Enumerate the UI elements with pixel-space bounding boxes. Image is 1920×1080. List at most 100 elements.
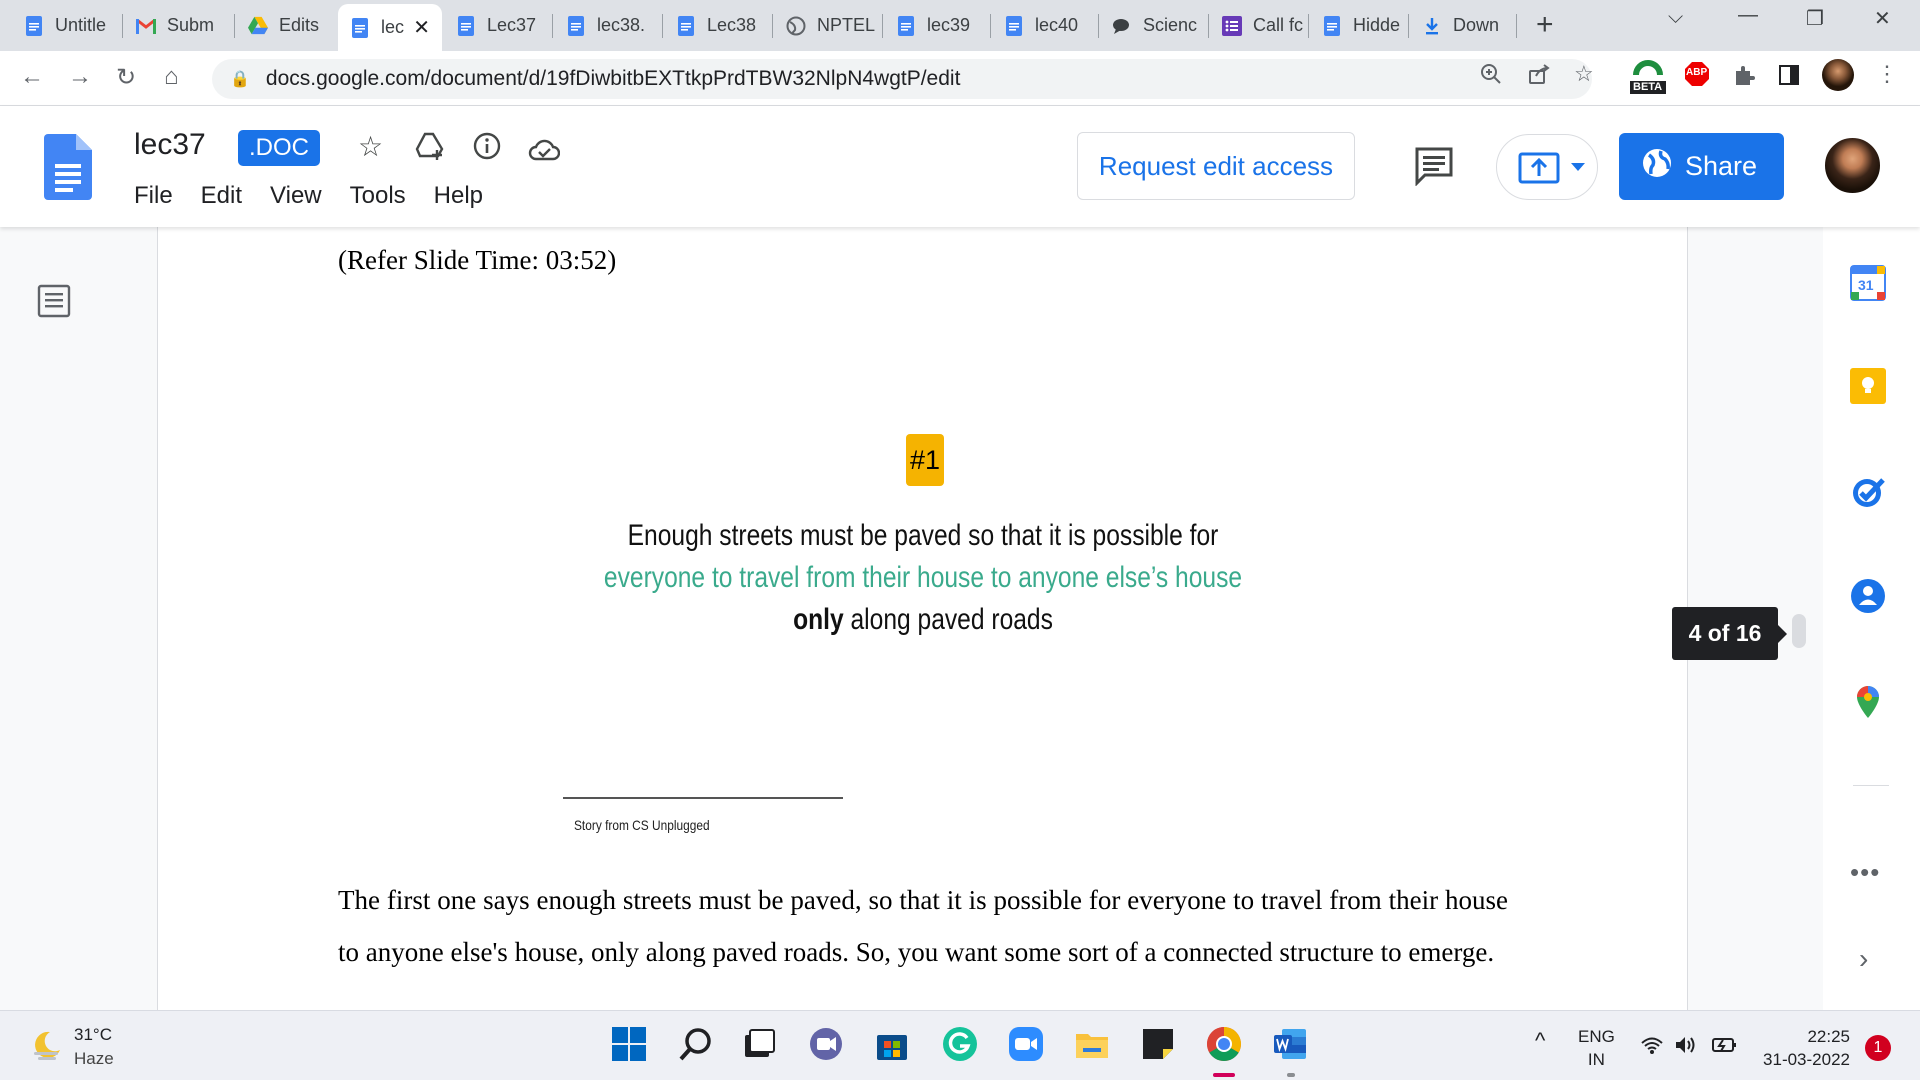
close-window-button[interactable]: ✕ xyxy=(1874,6,1891,31)
extensions-puzzle-icon[interactable] xyxy=(1733,64,1755,91)
tab-lec38-b[interactable]: Lec38 xyxy=(664,6,770,45)
tab-untitled[interactable]: Untitle xyxy=(12,6,120,45)
grammarly-icon[interactable] xyxy=(942,1026,980,1064)
battery-icon[interactable] xyxy=(1710,1035,1738,1061)
tab-lec38-a[interactable]: lec38. xyxy=(554,6,660,45)
clock[interactable]: 22:25 31-03-2022 xyxy=(1755,1025,1850,1071)
menu-help[interactable]: Help xyxy=(434,182,483,210)
tab-lec37[interactable]: Lec37 xyxy=(444,6,550,45)
slide-line-3-rest: along paved roads xyxy=(843,603,1053,636)
wifi-icon[interactable] xyxy=(1640,1035,1664,1061)
tab-lec39[interactable]: lec39 xyxy=(884,6,988,45)
globe-icon xyxy=(1641,147,1673,186)
chrome-active-indicator xyxy=(1213,1073,1235,1077)
more-addons-icon[interactable]: ••• xyxy=(1850,857,1880,888)
forward-button[interactable]: → xyxy=(68,63,92,91)
address-bar[interactable]: 🔒 docs.google.com/document/d/19fDiwbitbE… xyxy=(212,59,1592,99)
menu-tools[interactable]: Tools xyxy=(350,182,406,210)
share-button[interactable]: Share xyxy=(1619,133,1784,200)
scrollbar-thumb[interactable] xyxy=(1792,614,1806,648)
profile-avatar[interactable] xyxy=(1822,59,1854,91)
menu-view[interactable]: View xyxy=(270,182,322,210)
language-indicator[interactable]: ENG IN xyxy=(1578,1025,1615,1071)
refer-slide-time: (Refer Slide Time: 03:52) xyxy=(338,245,617,275)
zoom-app-icon[interactable] xyxy=(1008,1026,1046,1064)
microsoft-store-icon[interactable] xyxy=(874,1026,912,1064)
maps-icon[interactable] xyxy=(1850,684,1886,725)
home-button[interactable]: ⌂ xyxy=(164,63,179,91)
slide-line-3-bold: only xyxy=(793,603,844,636)
new-tab-button[interactable]: + xyxy=(1536,8,1554,42)
search-icon[interactable] xyxy=(678,1026,716,1064)
tab-search-chevron-icon[interactable]: ⌵ xyxy=(1668,6,1683,29)
back-button[interactable]: ← xyxy=(20,63,44,91)
tab-separator xyxy=(990,14,991,38)
present-button[interactable] xyxy=(1496,134,1598,200)
volume-icon[interactable] xyxy=(1674,1035,1700,1061)
word-running-indicator xyxy=(1287,1073,1295,1077)
share-page-icon[interactable] xyxy=(1528,63,1550,90)
slide-number-tag: #1 xyxy=(906,434,944,486)
word-icon[interactable] xyxy=(1272,1026,1310,1064)
tab-lec-active[interactable]: lec ✕ xyxy=(338,4,442,51)
tab-lec40[interactable]: lec40 xyxy=(992,6,1096,45)
file-explorer-icon[interactable] xyxy=(1074,1026,1112,1064)
menu-edit[interactable]: Edit xyxy=(201,182,242,210)
document-title[interactable]: lec37 xyxy=(134,128,206,162)
keep-icon[interactable] xyxy=(1850,368,1886,409)
tab-gmail[interactable]: Subm xyxy=(124,6,232,45)
windows-start-icon[interactable] xyxy=(611,1026,649,1064)
weather-temperature: 31°C xyxy=(74,1025,112,1044)
teams-chat-icon[interactable] xyxy=(808,1026,846,1064)
reload-button[interactable]: ↻ xyxy=(116,63,136,92)
document-details-icon[interactable] xyxy=(473,132,501,167)
star-icon[interactable]: ☆ xyxy=(358,130,383,163)
zoom-icon[interactable] xyxy=(1480,63,1502,90)
calendar-icon[interactable]: 31 xyxy=(1850,265,1886,306)
close-tab-icon[interactable]: ✕ xyxy=(413,15,430,40)
page-count-tooltip: 4 of 16 xyxy=(1672,607,1787,660)
forms-icon xyxy=(1222,15,1242,36)
sticky-notes-icon[interactable] xyxy=(1140,1026,1178,1064)
account-avatar[interactable] xyxy=(1823,136,1882,195)
tab-drive[interactable]: Edits xyxy=(236,6,336,45)
docs-icon xyxy=(456,15,476,36)
request-edit-access-button[interactable]: Request edit access xyxy=(1077,132,1355,200)
browser-menu-icon[interactable]: ⋮ xyxy=(1876,61,1898,87)
docs-icon xyxy=(896,15,916,36)
tab-science[interactable]: Scienc xyxy=(1100,6,1206,45)
tab-separator xyxy=(882,14,883,38)
tab-call-for[interactable]: Call fc xyxy=(1210,6,1306,45)
tab-download[interactable]: Down xyxy=(1410,6,1514,45)
show-hidden-icons-chevron[interactable]: ^ xyxy=(1535,1029,1545,1052)
contacts-icon[interactable] xyxy=(1850,578,1886,619)
docs-home-logo-icon[interactable] xyxy=(44,134,92,205)
comment-history-icon[interactable] xyxy=(1414,146,1454,191)
weather-widget[interactable]: 31°C Haze xyxy=(30,1023,114,1071)
cloud-saved-icon[interactable] xyxy=(528,136,561,168)
minimize-button[interactable]: — xyxy=(1738,4,1758,27)
browser-toolbar: ← → ↻ ⌂ 🔒 docs.google.com/document/d/19f… xyxy=(0,51,1920,106)
move-to-drive-icon[interactable] xyxy=(415,132,445,167)
restore-button[interactable]: ❐ xyxy=(1806,6,1824,31)
file-format-badge: .DOC xyxy=(238,130,320,166)
docs-icon xyxy=(1322,15,1342,36)
notification-badge[interactable]: 1 xyxy=(1865,1035,1891,1061)
slide-line-2: everyone to travel from their house to a… xyxy=(603,561,1243,594)
tab-hidden[interactable]: Hidde xyxy=(1310,6,1406,45)
chrome-icon[interactable] xyxy=(1206,1026,1244,1064)
slide-image-text: Enough streets must be paved so that it … xyxy=(587,515,1259,641)
adblock-icon[interactable]: ABP xyxy=(1684,61,1710,92)
weather-condition: Haze xyxy=(74,1049,114,1068)
url-text: docs.google.com/document/d/19fDiwbitbEXT… xyxy=(265,67,961,90)
side-panel-icon[interactable] xyxy=(1779,65,1799,90)
tasks-icon[interactable] xyxy=(1850,474,1886,515)
tab-nptel[interactable]: NPTEL xyxy=(774,6,880,45)
menu-file[interactable]: File xyxy=(134,182,173,210)
beta-extension-icon[interactable]: BETA xyxy=(1628,57,1668,102)
task-view-icon[interactable] xyxy=(741,1026,779,1064)
document-outline-icon[interactable] xyxy=(37,284,71,323)
bookmark-star-icon[interactable]: ☆ xyxy=(1574,61,1594,87)
slide-divider xyxy=(563,797,843,799)
expand-panel-chevron-icon[interactable]: › xyxy=(1859,943,1868,975)
